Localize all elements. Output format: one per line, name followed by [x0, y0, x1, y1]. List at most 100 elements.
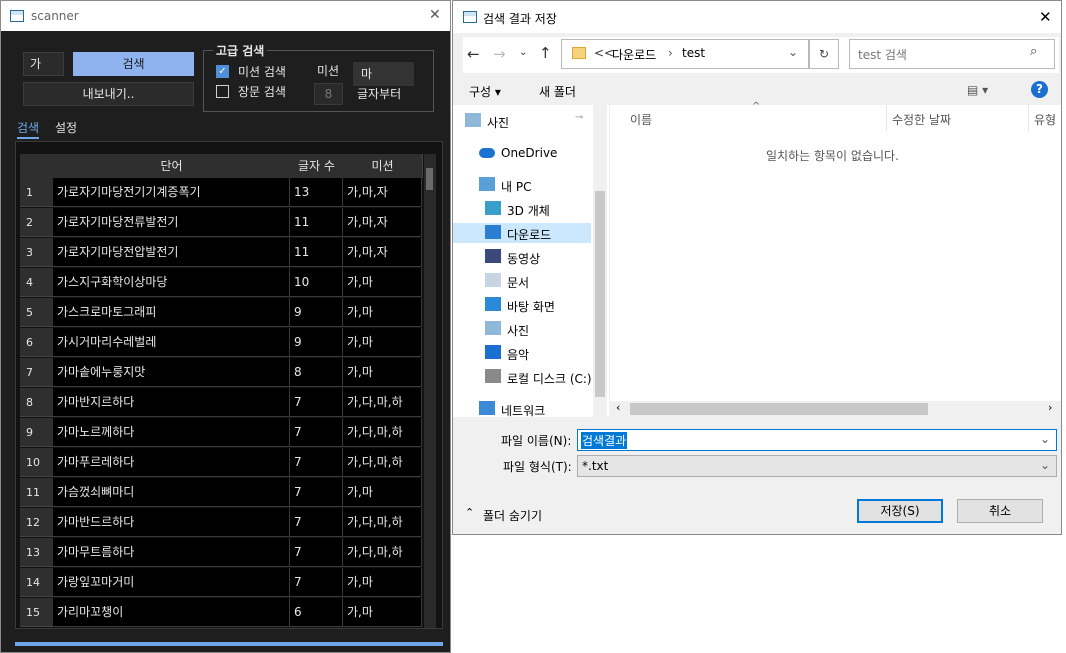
chevron-down-icon[interactable]: ⌄: [1040, 432, 1050, 446]
mission-input[interactable]: 마: [353, 62, 414, 86]
cell-mission[interactable]: 가,마,자: [343, 178, 422, 207]
sidebar-item[interactable]: 3D 개체: [481, 199, 591, 219]
row-number[interactable]: 7: [20, 358, 53, 387]
close-icon[interactable]: ✕: [1039, 8, 1052, 26]
view-options-icon[interactable]: ▤ ▾: [967, 83, 988, 97]
row-number[interactable]: 10: [20, 448, 53, 477]
cell-mission[interactable]: 가,다,마,하: [343, 508, 422, 537]
cell-mission[interactable]: 가,다,마,하: [343, 448, 422, 477]
pin-icon[interactable]: ⊸: [575, 112, 583, 123]
breadcrumb-downloads[interactable]: 다운로드: [612, 46, 656, 63]
cell-word[interactable]: 가스크로마토그래피: [53, 298, 290, 327]
cell-length[interactable]: 7: [290, 448, 343, 477]
cell-length[interactable]: 11: [290, 238, 343, 267]
column-header-length[interactable]: 글자 수: [290, 154, 344, 178]
scanner-titlebar[interactable]: scanner ✕: [1, 1, 450, 31]
cell-length[interactable]: 7: [290, 508, 343, 537]
sidebar-item[interactable]: 음악: [481, 343, 591, 363]
address-bar[interactable]: << 다운로드 › test ⌄: [561, 39, 809, 69]
filetype-select[interactable]: *.txt ⌄: [577, 455, 1057, 477]
cell-mission[interactable]: 가,마: [343, 298, 422, 327]
vertical-scrollbar[interactable]: [424, 154, 436, 628]
cell-mission[interactable]: 가,마: [343, 268, 422, 297]
cell-mission[interactable]: 가,마: [343, 328, 422, 357]
scrollbar-thumb[interactable]: [630, 403, 928, 415]
navigation-scrollbar[interactable]: [593, 105, 607, 417]
cell-mission[interactable]: 가,마: [343, 598, 422, 627]
cell-length[interactable]: 7: [290, 568, 343, 597]
save-button[interactable]: 저장(S): [857, 499, 943, 523]
cell-word[interactable]: 가로자기마당전압발전기: [53, 238, 290, 267]
new-folder-button[interactable]: 새 폴더: [539, 83, 576, 100]
cell-length[interactable]: 10: [290, 268, 343, 297]
cell-mission[interactable]: 가,마,자: [343, 238, 422, 267]
cancel-button[interactable]: 취소: [957, 499, 1043, 523]
horizontal-scrollbar[interactable]: ‹ ›: [610, 401, 1061, 417]
dialog-titlebar[interactable]: 검색 결과 저장 ✕: [453, 1, 1061, 33]
cell-mission[interactable]: 가,마: [343, 568, 422, 597]
cell-mission[interactable]: 가,마: [343, 358, 422, 387]
chevron-down-icon[interactable]: ⌄: [788, 45, 798, 59]
sidebar-item[interactable]: 내 PC: [475, 175, 591, 195]
column-header-word[interactable]: 단어: [53, 154, 291, 178]
cell-word[interactable]: 가스지구화학이상마당: [53, 268, 290, 297]
cell-length[interactable]: 9: [290, 298, 343, 327]
column-header-name[interactable]: 이름: [630, 111, 652, 128]
length-input[interactable]: 8: [314, 83, 343, 105]
cell-mission[interactable]: 가,다,마,하: [343, 418, 422, 447]
sidebar-item[interactable]: 다운로드: [453, 223, 591, 243]
column-header-type[interactable]: 유형: [1034, 111, 1056, 128]
sidebar-item[interactable]: 네트워크: [475, 399, 591, 419]
export-button[interactable]: 내보내기..: [23, 82, 194, 106]
cell-word[interactable]: 가마솥에누룽지맛: [53, 358, 290, 387]
cell-word[interactable]: 가마푸르레하다: [53, 448, 290, 477]
row-number[interactable]: 15: [20, 598, 53, 627]
scrollbar-thumb[interactable]: [595, 191, 605, 397]
cell-length[interactable]: 11: [290, 208, 343, 237]
sidebar-item[interactable]: 동영상: [481, 247, 591, 267]
chevron-down-icon[interactable]: ⌄: [1040, 458, 1050, 472]
row-number[interactable]: 3: [20, 238, 53, 267]
cell-mission[interactable]: 가,마: [343, 478, 422, 507]
recent-dropdown-icon[interactable]: ⌄: [519, 47, 527, 58]
back-arrow-icon[interactable]: ←: [467, 45, 480, 63]
row-number[interactable]: 12: [20, 508, 53, 537]
organize-button[interactable]: 구성 ▾: [469, 83, 501, 100]
close-icon[interactable]: ✕: [429, 7, 441, 23]
breadcrumb-test[interactable]: test: [682, 46, 705, 60]
search-input[interactable]: 가: [23, 52, 64, 76]
tab-settings[interactable]: 설정: [55, 119, 77, 136]
up-arrow-icon[interactable]: ↑: [539, 44, 552, 62]
cell-mission[interactable]: 가,마,자: [343, 208, 422, 237]
mission-search-checkbox[interactable]: ✓: [216, 65, 229, 78]
cell-word[interactable]: 가마무트름하다: [53, 538, 290, 567]
cell-word[interactable]: 가슴껐쇠뼈마디: [53, 478, 290, 507]
row-number[interactable]: 8: [20, 388, 53, 417]
sidebar-item[interactable]: 사진: [481, 319, 591, 339]
help-icon[interactable]: ?: [1031, 81, 1048, 98]
cell-length[interactable]: 8: [290, 358, 343, 387]
row-number[interactable]: 1: [20, 178, 53, 207]
cell-length[interactable]: 13: [290, 178, 343, 207]
cell-length[interactable]: 7: [290, 538, 343, 567]
filename-input[interactable]: 검색결과 ⌄: [577, 429, 1057, 451]
scrollbar-thumb[interactable]: [426, 168, 433, 190]
sidebar-item[interactable]: 사진: [461, 111, 591, 131]
cell-length[interactable]: 9: [290, 328, 343, 357]
tab-search[interactable]: 검색: [17, 119, 40, 139]
forward-arrow-icon[interactable]: →: [493, 45, 506, 63]
column-header-modified[interactable]: 수정한 날짜: [892, 111, 951, 128]
sidebar-item[interactable]: OneDrive: [475, 143, 591, 163]
row-number[interactable]: 11: [20, 478, 53, 507]
scroll-left-icon[interactable]: ‹: [616, 401, 620, 414]
column-header-mission[interactable]: 미션: [343, 154, 423, 178]
hide-folders-button[interactable]: 폴더 숨기기: [483, 507, 542, 524]
cell-length[interactable]: 7: [290, 478, 343, 507]
search-icon[interactable]: ⌕: [1030, 44, 1037, 59]
sidebar-item[interactable]: 바탕 화면: [481, 295, 591, 315]
cell-length[interactable]: 7: [290, 388, 343, 417]
cell-word[interactable]: 가로자기마당전기기계증폭기: [53, 178, 290, 207]
cell-word[interactable]: 가리마꼬챙이: [53, 598, 290, 627]
row-number[interactable]: 5: [20, 298, 53, 327]
row-number[interactable]: 4: [20, 268, 53, 297]
